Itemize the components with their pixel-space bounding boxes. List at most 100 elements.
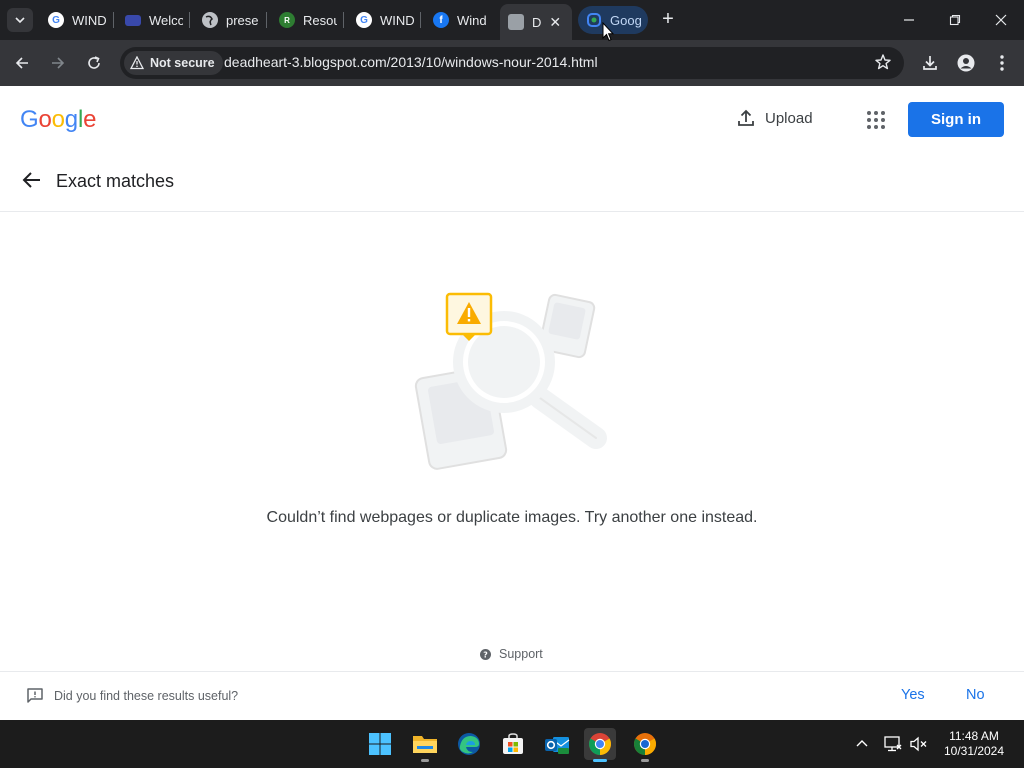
section-header: Exact matches <box>0 158 1024 212</box>
menu-button[interactable] <box>988 49 1016 77</box>
file-explorer-icon <box>413 736 437 753</box>
tab-search-button[interactable] <box>7 8 33 32</box>
windows-taskbar: 11:48 AM 10/31/2024 <box>0 720 1024 768</box>
support-label: Support <box>499 647 543 661</box>
google-apps-button[interactable] <box>866 110 886 130</box>
feedback-no-button[interactable]: No <box>966 687 985 703</box>
minimize-button[interactable] <box>886 0 932 40</box>
mouse-cursor-icon <box>602 22 614 42</box>
no-results-illustration <box>414 292 607 470</box>
tab-divider <box>266 12 267 28</box>
clock-time: 11:48 AM <box>949 729 999 743</box>
bookmark-button[interactable] <box>874 53 892 76</box>
apps-dot <box>881 118 885 122</box>
apps-dot <box>874 125 878 129</box>
start-button[interactable] <box>364 728 396 760</box>
tab-title: Welco <box>149 12 183 28</box>
feedback-bar: Did you find these results useful? Yes N… <box>0 671 1024 720</box>
security-label: Not secure <box>150 56 215 70</box>
globe-icon <box>202 12 218 28</box>
reload-button[interactable] <box>80 49 108 77</box>
network-icon <box>884 736 902 752</box>
profile-button[interactable] <box>952 49 980 77</box>
tray-network-button[interactable] <box>883 734 903 754</box>
reload-icon <box>88 56 100 69</box>
apps-dot <box>874 118 878 122</box>
tab[interactable]: R Resou <box>271 6 337 34</box>
tab-title: WIND <box>72 12 106 28</box>
apps-dot <box>881 111 885 115</box>
taskbar-file-explorer[interactable] <box>409 728 441 762</box>
taskbar-outlook[interactable] <box>541 728 573 760</box>
browser-toolbar: Not secure deadheart-3.blogspot.com/2013… <box>0 40 1024 86</box>
security-chip[interactable]: Not secure <box>124 51 223 75</box>
clock-date: 10/31/2024 <box>943 744 1005 758</box>
page-content: Google Upload Sign in Exact matches Coul… <box>0 86 1024 720</box>
new-tab-button[interactable]: + <box>656 8 680 32</box>
close-icon[interactable]: ✕ <box>549 14 561 31</box>
tab[interactable]: G WIND <box>40 6 106 34</box>
google-lens-icon <box>586 12 602 28</box>
svg-text:?: ? <box>483 650 488 659</box>
tab-active[interactable]: D ✕ <box>500 4 572 40</box>
apps-dot <box>874 111 878 115</box>
tab-strip: G WIND Welco prese R Resou G WIND f Wind… <box>0 0 1024 40</box>
outlook-icon <box>545 737 570 754</box>
tab-title: Goog <box>610 12 642 28</box>
forward-button[interactable] <box>44 49 72 77</box>
taskbar-chrome-canary[interactable] <box>629 728 661 762</box>
tab[interactable]: G WIND <box>348 6 414 34</box>
downloads-button[interactable] <box>916 49 944 77</box>
tab[interactable]: f Wind <box>425 6 491 34</box>
sign-in-button[interactable]: Sign in <box>908 102 1004 137</box>
tab-title: prese <box>226 12 259 28</box>
tab-title: Resou <box>303 12 337 28</box>
taskbar-clock[interactable]: 11:48 AM 10/31/2024 <box>934 729 1014 759</box>
tab[interactable]: prese <box>194 6 260 34</box>
logo-letter: o <box>51 106 65 133</box>
back-arrow-button[interactable] <box>20 168 44 192</box>
url-text: deadheart-3.blogspot.com/2013/10/windows… <box>224 54 598 70</box>
section-title: Exact matches <box>56 171 175 191</box>
close-window-button[interactable] <box>978 0 1024 40</box>
tab-divider <box>420 12 421 28</box>
address-bar[interactable]: Not secure deadheart-3.blogspot.com/2013… <box>120 47 904 79</box>
back-button[interactable] <box>8 49 36 77</box>
upload-button[interactable]: Upload <box>736 108 813 128</box>
tab[interactable]: Welco <box>117 6 183 34</box>
tab-title: Wind <box>457 12 487 28</box>
chrome-canary-icon <box>634 733 656 755</box>
warning-badge-icon <box>445 292 493 341</box>
taskbar-chrome[interactable] <box>584 728 616 762</box>
chrome-icon <box>589 733 611 755</box>
logo-letter: g <box>64 106 78 133</box>
feedback-icon <box>26 687 44 710</box>
restore-button[interactable] <box>932 0 978 40</box>
support-link[interactable]: ? Support <box>480 647 543 661</box>
upload-icon <box>738 109 754 126</box>
feedback-yes-button[interactable]: Yes <box>901 687 925 703</box>
apps-dot <box>867 111 871 115</box>
warning-icon <box>130 56 144 70</box>
logo-letter: e <box>83 106 97 133</box>
download-icon <box>923 56 937 70</box>
facebook-icon: f <box>433 12 449 28</box>
arrow-right-icon <box>52 57 65 69</box>
taskbar-store[interactable] <box>497 728 529 760</box>
apps-dot <box>867 118 871 122</box>
google-icon: G <box>356 12 372 28</box>
windows-start-icon <box>369 733 391 755</box>
tray-volume-button[interactable] <box>909 734 929 754</box>
more-vert-icon <box>1000 55 1004 71</box>
taskbar-edge[interactable] <box>453 728 485 760</box>
tray-overflow-button[interactable] <box>852 734 872 754</box>
tab-divider <box>113 12 114 28</box>
arrow-left-icon <box>15 57 28 69</box>
running-indicator <box>593 759 607 762</box>
tab-divider <box>189 12 190 28</box>
help-icon: ? <box>480 648 491 660</box>
restore-icon <box>949 14 961 26</box>
google-logo[interactable]: Google <box>20 106 96 134</box>
logo-letter: o <box>38 106 52 133</box>
minimize-icon <box>904 19 914 21</box>
